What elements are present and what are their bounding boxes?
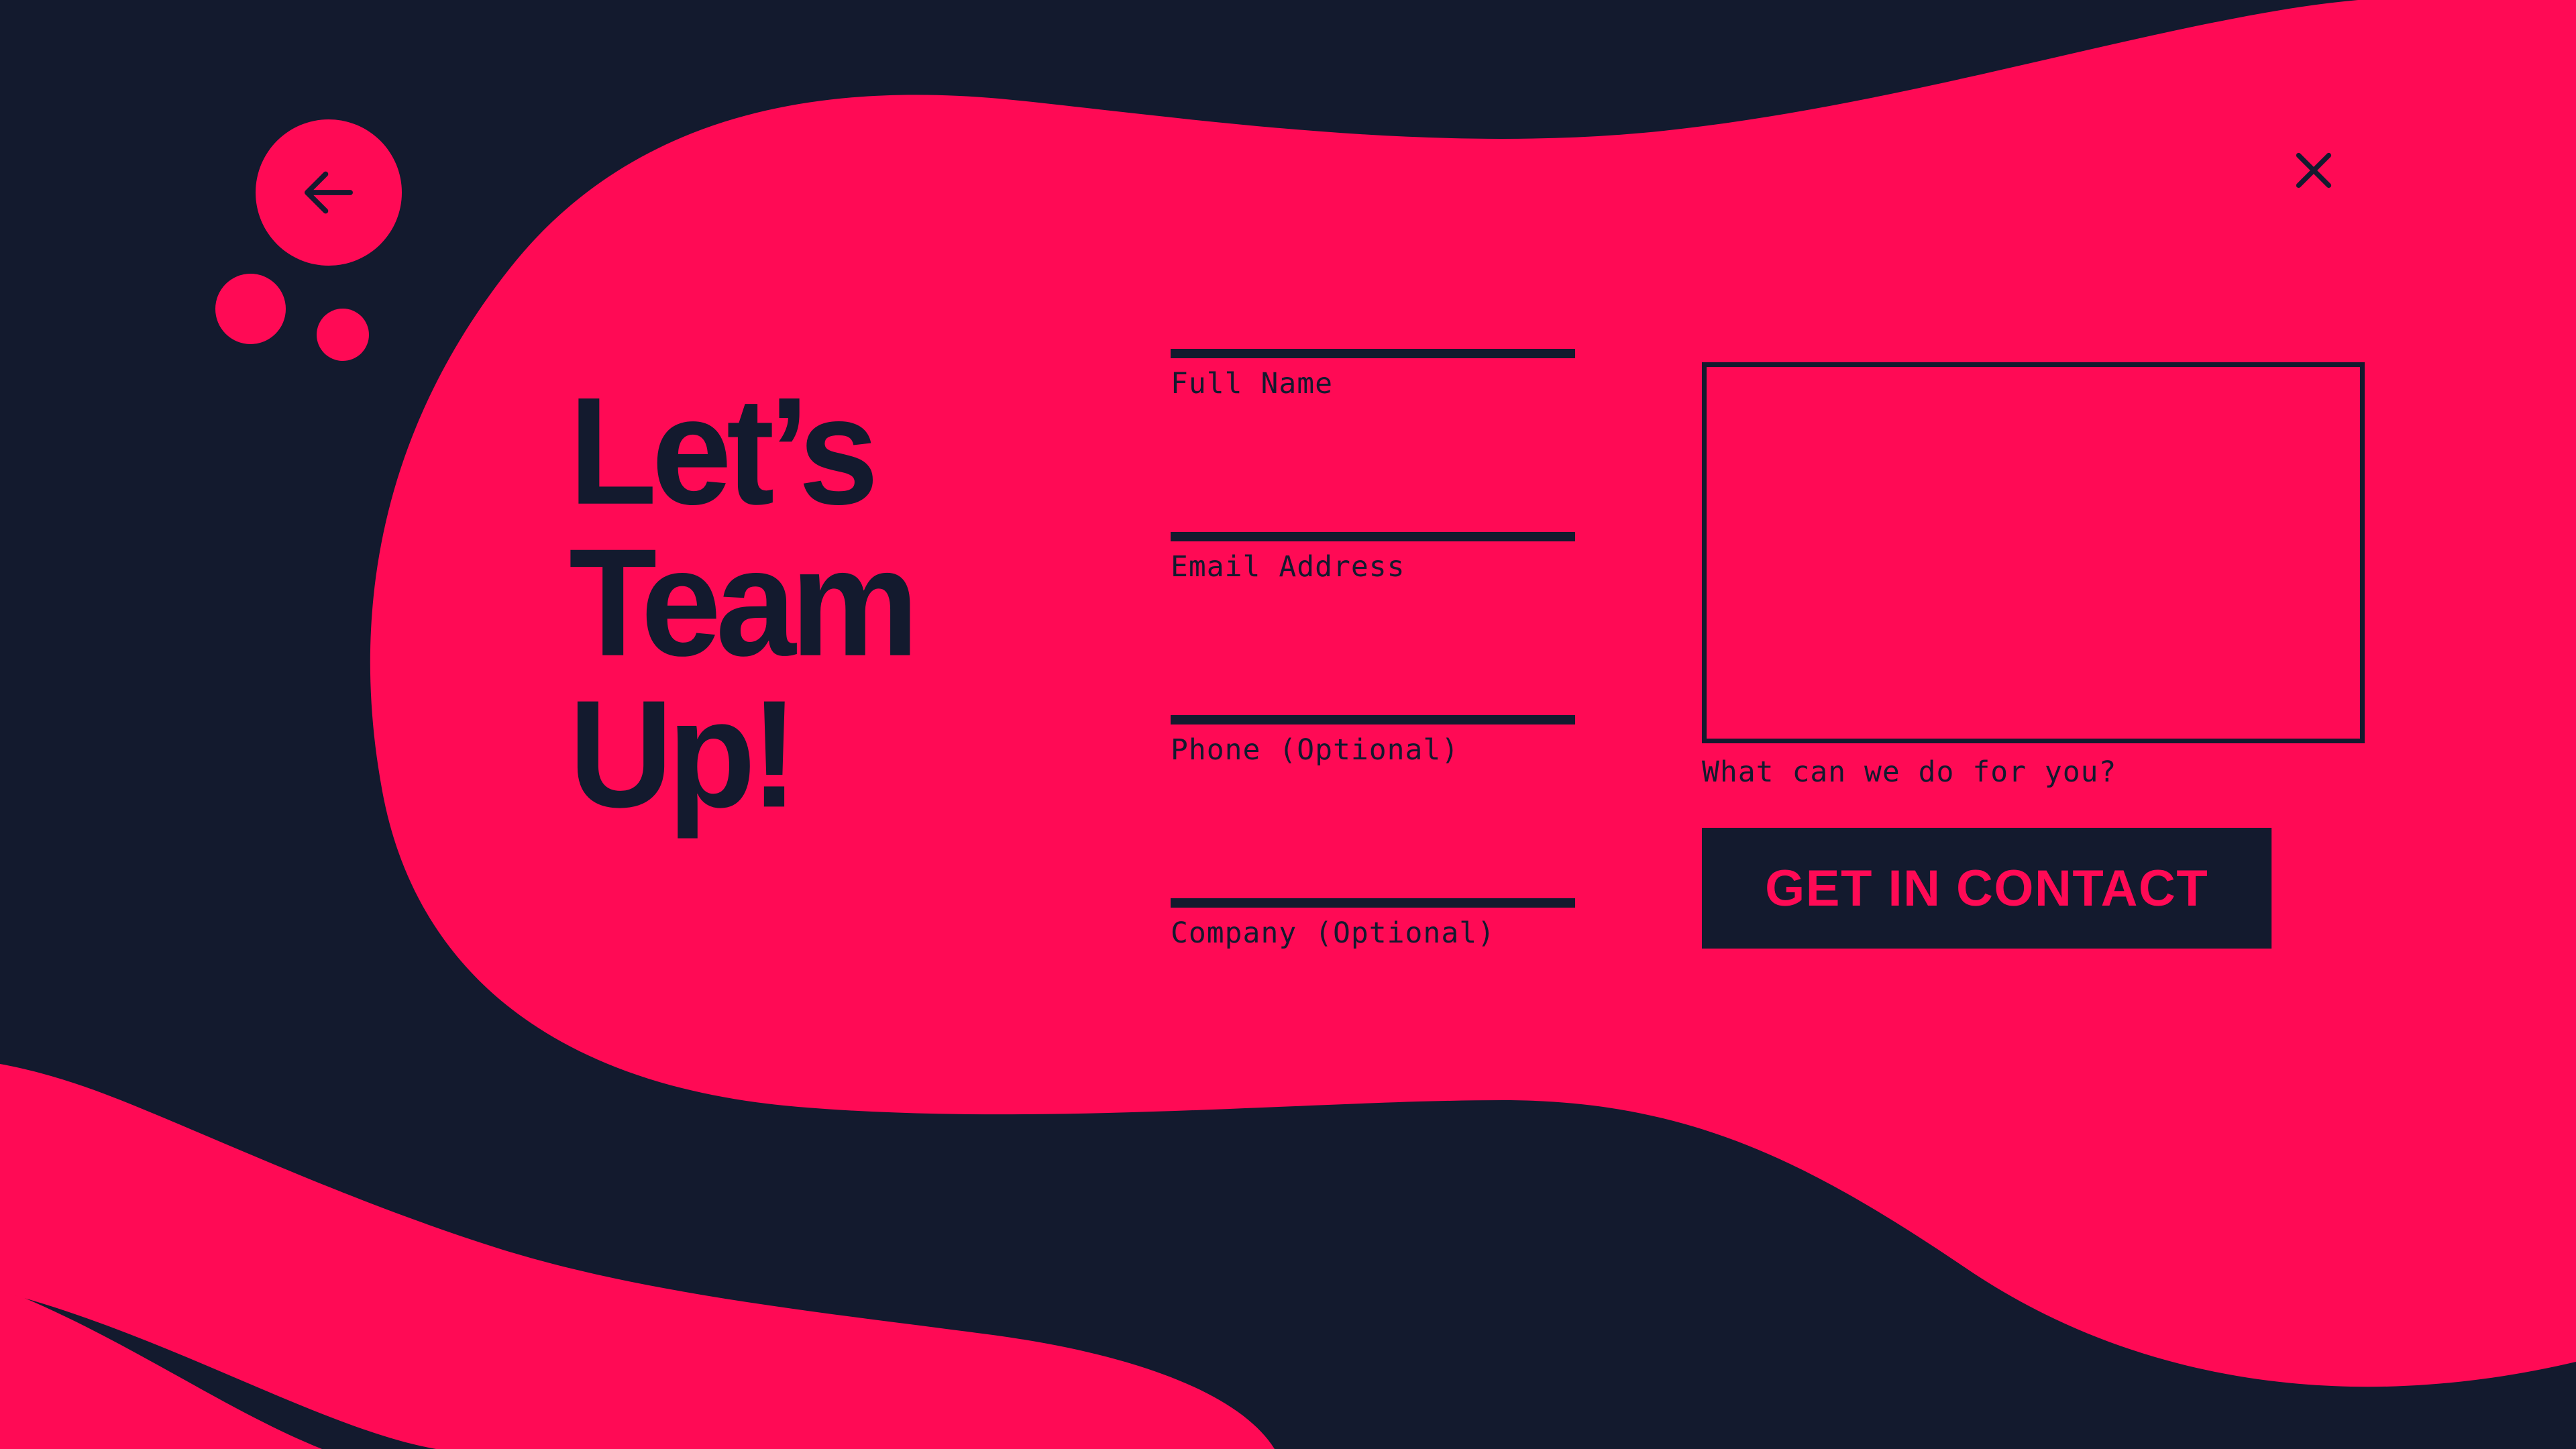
decorative-circle-large — [215, 274, 286, 344]
phone-input[interactable] — [1171, 731, 1575, 768]
field-company — [1171, 898, 1575, 1081]
field-full-name — [1171, 349, 1575, 532]
close-button[interactable] — [2281, 138, 2347, 203]
field-underline-email — [1171, 532, 1575, 541]
field-underline-company — [1171, 898, 1575, 908]
field-underline-full-name — [1171, 349, 1575, 358]
email-input[interactable] — [1171, 548, 1575, 585]
message-textarea[interactable] — [1702, 362, 2365, 743]
message-label: What can we do for you? — [1702, 755, 2117, 789]
arrow-left-icon — [292, 156, 366, 229]
decorative-circle-small — [317, 309, 369, 361]
field-phone — [1171, 715, 1575, 898]
field-underline-phone — [1171, 715, 1575, 724]
close-icon — [2281, 138, 2347, 203]
contact-form-fields — [1171, 349, 1575, 1081]
contact-form-message: What can we do for you? GET IN CONTACT — [1702, 362, 2365, 949]
submit-button[interactable]: GET IN CONTACT — [1702, 828, 2272, 949]
back-button[interactable] — [256, 119, 402, 266]
company-input[interactable] — [1171, 914, 1575, 951]
contact-modal-screen: Let’s Team Up! What can we do for you? G… — [0, 0, 2576, 1449]
submit-button-label: GET IN CONTACT — [1765, 859, 2209, 917]
page-title: Let’s Team Up! — [569, 365, 919, 839]
field-email — [1171, 532, 1575, 715]
full-name-input[interactable] — [1171, 365, 1575, 402]
